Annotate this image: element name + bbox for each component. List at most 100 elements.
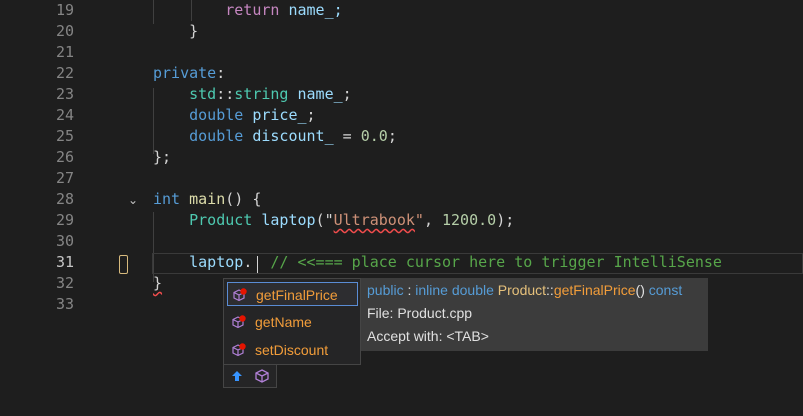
code-token: 0.0 (360, 127, 388, 145)
code-text: laptop. // <<=== place cursor here to tr… (153, 252, 722, 273)
code-line[interactable]: 21 (0, 42, 803, 63)
code-token: std (153, 85, 217, 103)
code-editor[interactable]: ⌄ 19 return name_; 20 } 21 22 private: 23 std… (0, 0, 803, 416)
code-line[interactable]: 28 int main() { (0, 189, 803, 210)
code-token: ; (342, 85, 352, 103)
line-number: 33 (55, 295, 74, 313)
line-number: 20 (55, 22, 74, 40)
code-token: private (153, 64, 217, 82)
code-token: }; (153, 148, 172, 166)
code-text: double price_; (153, 105, 316, 126)
completion-item[interactable]: setDiscount (227, 338, 358, 362)
code-text: return name_; (153, 0, 343, 21)
sig-class: Product (497, 282, 547, 298)
code-token: " (414, 211, 424, 229)
line-number: 26 (55, 148, 74, 166)
completion-filter-bar (223, 364, 277, 388)
method-icon (232, 315, 246, 329)
code-token: main (180, 190, 226, 208)
sig-colon: : (403, 282, 416, 298)
completion-item-label: setDiscount (255, 342, 329, 358)
sig-sep: :: (546, 282, 554, 298)
code-text: std::string name_; (153, 84, 352, 105)
sig-parens: () (635, 282, 649, 298)
completion-list[interactable]: getFinalPrice getName setDiscount (223, 278, 361, 365)
code-line[interactable]: 29 Product laptop("Ultrabook", 1200.0); (0, 210, 803, 231)
completion-item-label: getName (255, 314, 312, 330)
code-token: name_; (279, 1, 343, 19)
sig-public: public (367, 282, 404, 298)
sig-double: double (447, 282, 498, 298)
tooltip-signature: public : inline double Product::getFinal… (367, 279, 682, 301)
code-token: , (423, 211, 442, 229)
code-line[interactable]: 30 (0, 231, 803, 252)
line-number: 27 (55, 169, 74, 187)
code-token: laptop (153, 253, 244, 271)
code-line[interactable]: 20 } (0, 21, 803, 42)
code-token: Ultrabook (333, 211, 415, 229)
completion-item[interactable]: getFinalPrice (227, 282, 358, 306)
completion-item-label: getFinalPrice (256, 287, 338, 303)
code-token: price_ (243, 106, 307, 124)
code-text: } (153, 21, 198, 42)
line-number: 25 (55, 127, 74, 145)
code-line[interactable]: 19 return name_; (0, 0, 803, 21)
line-number: 31 (55, 253, 74, 271)
code-token: Product (153, 211, 253, 229)
code-line[interactable]: 26}; (0, 147, 803, 168)
method-icon (232, 343, 246, 357)
code-token: double (153, 106, 244, 124)
code-token: laptop (252, 211, 316, 229)
line-number: 24 (55, 106, 74, 124)
code-line[interactable]: 25 double discount_ = 0.0; (0, 126, 803, 147)
code-line[interactable]: 27 (0, 168, 803, 189)
line-number: 32 (55, 274, 74, 292)
code-text: double discount_ = 0.0; (153, 126, 397, 147)
code-text: int main() { (153, 189, 261, 210)
line-number: 23 (55, 85, 74, 103)
code-token: } (153, 22, 199, 40)
line-number: 29 (55, 211, 74, 229)
arrow-up-icon[interactable] (229, 368, 245, 384)
code-token: int (153, 190, 181, 208)
line-number: 30 (55, 232, 74, 250)
code-token: . (243, 253, 262, 271)
code-token: : (216, 64, 226, 82)
code-text: } (153, 273, 162, 294)
method-icon (233, 288, 247, 302)
code-line[interactable]: 22 private: (0, 63, 803, 84)
code-token: name_ (288, 85, 343, 103)
code-token: :: (216, 85, 235, 103)
code-token: double (153, 127, 244, 145)
tooltip-file: File: Product.cpp (367, 305, 473, 321)
code-token: discount_ (243, 127, 334, 145)
text-caret (257, 256, 258, 273)
code-token: return (225, 1, 280, 19)
code-text: }; (153, 147, 171, 168)
code-token: // <<=== place cursor here to trigger In… (261, 253, 722, 271)
code-line[interactable]: 31 laptop. // <<=== place cursor here to… (0, 252, 803, 273)
cube-icon[interactable] (254, 368, 270, 384)
sig-inline: inline (415, 282, 448, 298)
tooltip-accept: Accept with: <TAB> (367, 328, 489, 344)
line-number: 19 (55, 1, 74, 19)
sig-function: getFinalPrice (553, 282, 636, 298)
code-token: string (234, 85, 289, 103)
code-token: () { (225, 190, 262, 208)
line-number: 28 (55, 190, 74, 208)
line-number: 22 (55, 64, 74, 82)
sig-const: const (648, 282, 683, 298)
code-text: Product laptop("Ultrabook", 1200.0); (153, 210, 514, 231)
code-token: (" (315, 211, 334, 229)
line-number: 21 (55, 43, 74, 61)
code-line[interactable]: 23 std::string name_; (0, 84, 803, 105)
completion-item[interactable]: getName (227, 310, 358, 334)
code-token: ; (387, 127, 397, 145)
code-text: private: (153, 63, 225, 84)
code-token: = (333, 127, 361, 145)
completion-tooltip: public : inline double Product::getFinal… (361, 278, 708, 351)
code-token: } (153, 274, 163, 292)
code-line[interactable]: 24 double price_; (0, 105, 803, 126)
code-token: ; (306, 106, 316, 124)
